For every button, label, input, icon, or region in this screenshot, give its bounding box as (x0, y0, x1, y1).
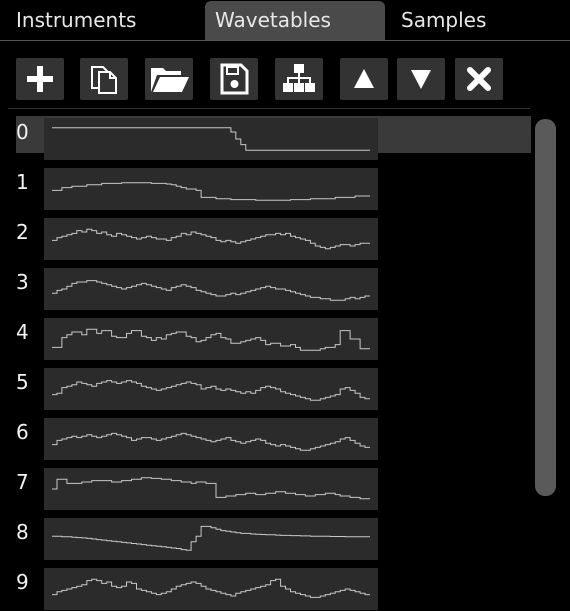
waveform-line (52, 380, 370, 401)
waveform-thumbnail (44, 468, 378, 510)
wavetable-index: 3 (16, 270, 29, 294)
wavetable-index: 9 (16, 570, 29, 594)
waveform-line (52, 525, 370, 551)
waveform-line (52, 578, 370, 598)
waveform-line (52, 328, 370, 351)
waveform-line (52, 280, 370, 301)
waveform-thumbnail (44, 518, 378, 560)
wavetable-row[interactable]: 3 (0, 260, 532, 310)
x-icon (467, 67, 491, 91)
tab-samples[interactable]: Samples (391, 1, 541, 40)
waveform-thumbnail (44, 568, 378, 610)
wavetable-index: 0 (16, 120, 29, 144)
wavetable-index: 4 (16, 320, 29, 344)
waveform-graph (52, 127, 370, 151)
waveform-line (52, 432, 370, 451)
waveform-thumbnail (44, 168, 378, 210)
waveform-thumbnail (44, 118, 378, 160)
scrollbar[interactable] (533, 110, 560, 611)
tab-wavetables[interactable]: Wavetables (205, 1, 385, 40)
waveform-graph (52, 578, 370, 598)
move-up-button[interactable] (340, 58, 388, 100)
wavetable-index: 1 (16, 170, 29, 194)
wavetable-row[interactable]: 1 (0, 160, 532, 210)
wavetable-row[interactable]: 6 (0, 410, 532, 460)
wavetable-row[interactable]: 0 (0, 110, 532, 160)
waveform-thumbnail (44, 268, 378, 310)
waveform-graph (52, 280, 370, 301)
scrollbar-thumb[interactable] (535, 119, 556, 496)
folder-open-icon (151, 68, 189, 92)
copy-icon (91, 66, 117, 94)
waveform-thumbnail (44, 218, 378, 260)
triangle-down-icon (411, 70, 431, 89)
waveform-line (52, 127, 370, 151)
waveform-line (52, 228, 370, 250)
wavetable-row[interactable]: 5 (0, 360, 532, 410)
wavetable-index: 5 (16, 370, 29, 394)
wavetable-row[interactable]: 8 (0, 510, 532, 560)
waveform-graph (52, 182, 370, 201)
waveform-thumbnail (44, 418, 378, 460)
hierarchy-button[interactable] (275, 58, 323, 100)
wavetable-row[interactable]: 9 (0, 560, 532, 610)
waveform-graph (52, 380, 370, 401)
waveform-thumbnail (44, 368, 378, 410)
add-button[interactable] (16, 58, 64, 100)
wavetable-index: 7 (16, 470, 29, 494)
waveform-graph (52, 525, 370, 551)
wavetable-row[interactable]: 7 (0, 460, 532, 510)
waveform-line (52, 477, 370, 500)
triangle-up-icon (354, 69, 374, 88)
waveform-graph (52, 328, 370, 351)
tab-bar: Instruments Wavetables Samples (0, 0, 570, 41)
separator (8, 108, 530, 109)
wavetable-index: 8 (16, 520, 29, 544)
floppy-disk-icon (220, 63, 249, 95)
duplicate-button[interactable] (80, 58, 128, 100)
tab-instruments[interactable]: Instruments (6, 1, 186, 40)
wavetable-index: 2 (16, 220, 29, 244)
open-button[interactable] (145, 58, 193, 100)
save-button[interactable] (210, 58, 258, 100)
toolbar (0, 58, 570, 100)
plus-icon (27, 66, 53, 92)
waveform-thumbnail (44, 318, 378, 360)
wavetable-row[interactable]: 4 (0, 310, 532, 360)
waveform-graph (52, 432, 370, 451)
wavetable-list[interactable]: 0 1 2 3 4 5 6 7 8 9 (0, 110, 532, 611)
waveform-graph (52, 477, 370, 500)
sitemap-icon (283, 64, 315, 92)
delete-button[interactable] (455, 58, 503, 100)
waveform-graph (52, 228, 370, 250)
waveform-line (52, 182, 370, 201)
wavetable-index: 6 (16, 420, 29, 444)
move-down-button[interactable] (397, 58, 445, 100)
wavetable-row[interactable]: 2 (0, 210, 532, 260)
